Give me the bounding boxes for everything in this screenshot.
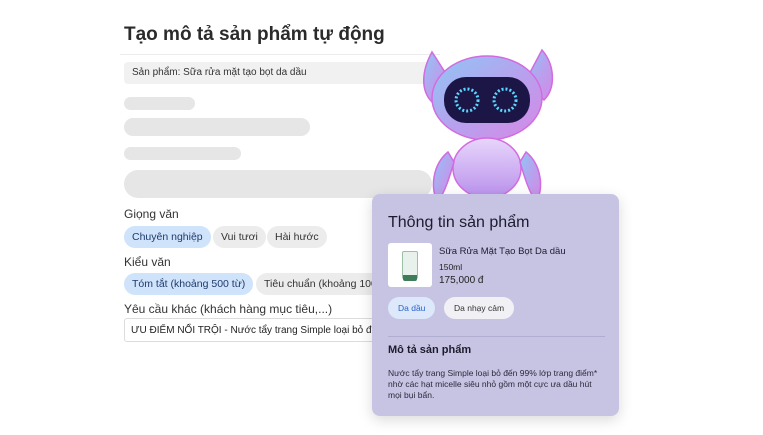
card-divider (388, 336, 605, 337)
tag-oily-skin[interactable]: Da dầu (388, 297, 436, 319)
skeleton-line-3 (124, 147, 241, 160)
voice-chip-cheerful[interactable]: Vui tươi (213, 226, 266, 248)
product-volume: 150ml (439, 262, 463, 272)
divider (120, 54, 440, 55)
requirements-label: Yêu cầu khác (khách hàng mục tiêu,...) (124, 302, 333, 316)
style-chip-summary[interactable]: Tóm tắt (khoảng 500 từ) (124, 273, 254, 295)
voice-label: Giọng văn (124, 207, 179, 221)
skeleton-line-1 (124, 97, 195, 110)
voice-chip-professional[interactable]: Chuyên nghiệp (124, 226, 211, 248)
description-text: Nước tẩy trang Simple loại bỏ đến 99% lớ… (388, 368, 598, 400)
product-name: Sữa Rửa Mặt Tạo Bọt Da dầu (439, 246, 566, 257)
product-cap-icon (403, 275, 417, 281)
card-title: Thông tin sản phẩm (388, 214, 530, 231)
product-price: 175,000 đ (439, 275, 484, 286)
product-thumbnail (388, 243, 432, 287)
tag-sensitive-skin[interactable]: Da nhạy cảm (444, 297, 515, 319)
skeleton-line-2 (124, 118, 310, 136)
voice-chip-humorous[interactable]: Hài hước (267, 226, 327, 248)
product-input[interactable]: Sản phẩm: Sữa rửa mặt tạo bọt da dầu (124, 62, 434, 84)
product-info-card: Thông tin sản phẩm Sữa Rửa Mặt Tạo Bọt D… (372, 194, 619, 416)
robot-mascot-icon (423, 48, 554, 204)
description-heading: Mô tả sản phẩm (388, 344, 472, 356)
page-title: Tạo mô tả sản phẩm tự động (124, 24, 385, 45)
style-chip-standard[interactable]: Tiêu chuẩn (khoảng 100 (256, 273, 385, 295)
style-label: Kiểu văn (124, 255, 171, 269)
